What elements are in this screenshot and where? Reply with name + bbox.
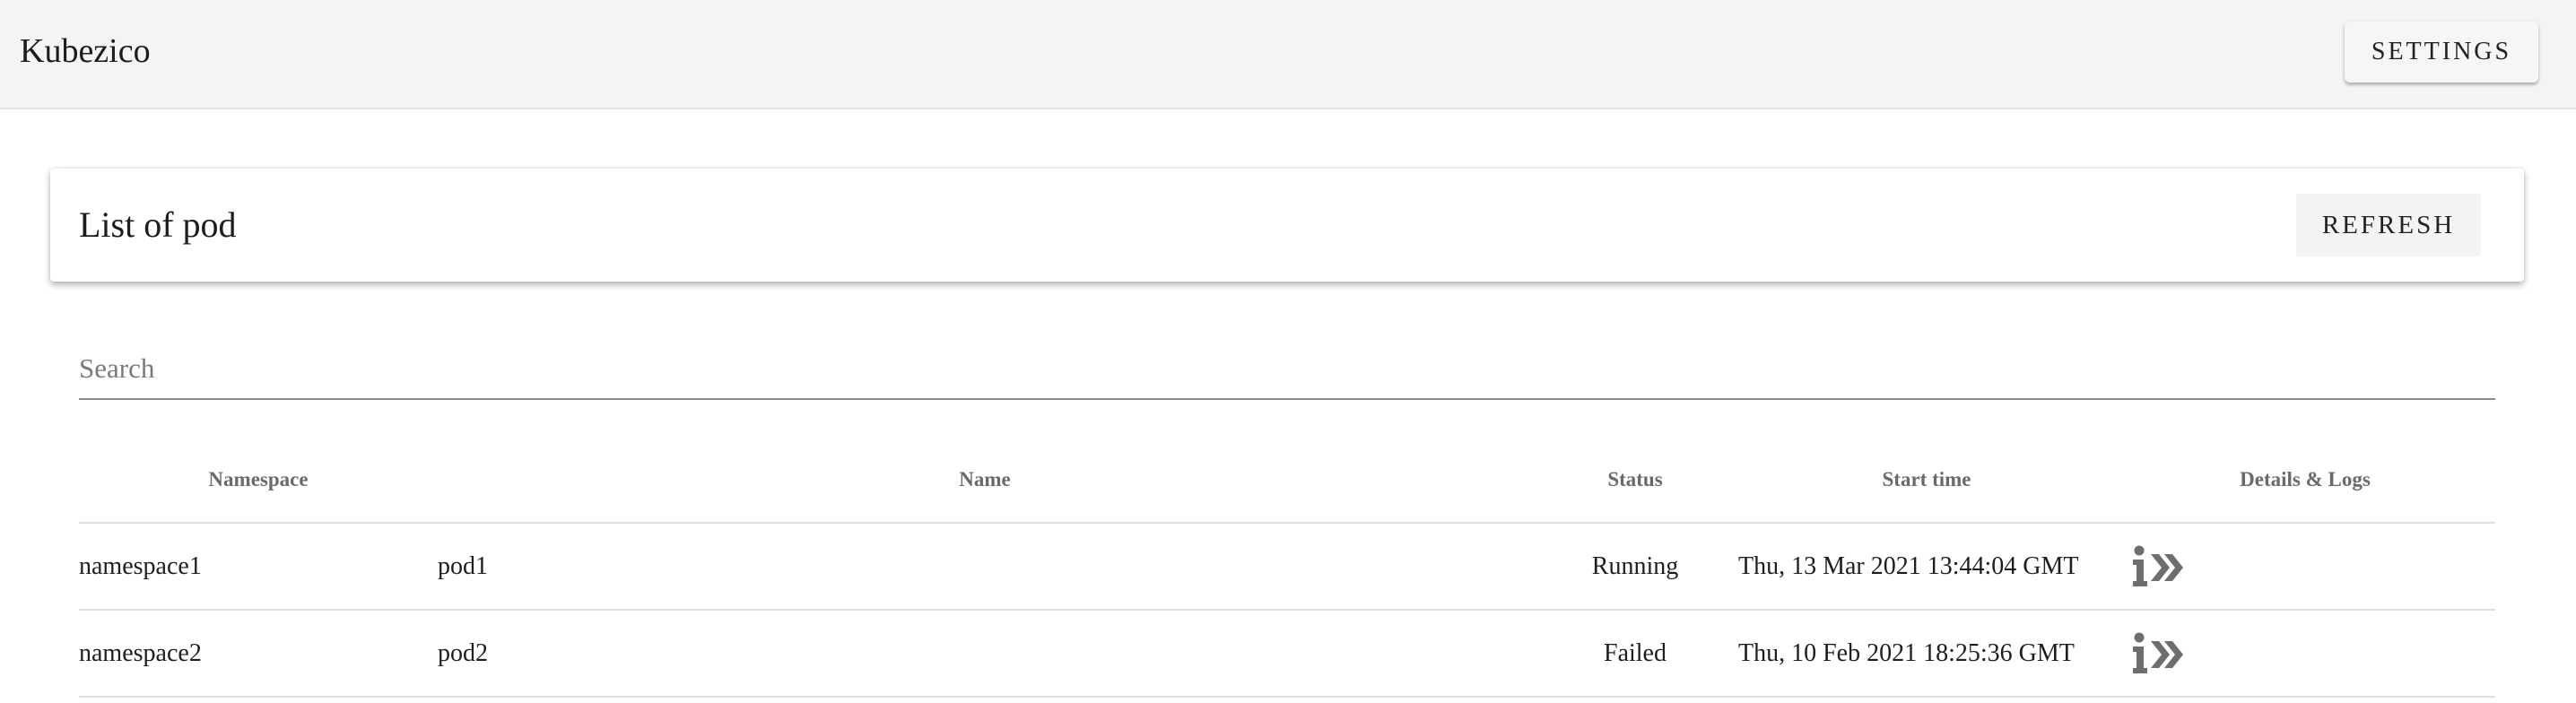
cell-details (2115, 610, 2495, 698)
refresh-button[interactable]: REFRESH (2296, 194, 2481, 256)
column-header-details-logs: Details & Logs (2115, 438, 2495, 524)
app-bar: Kubezico SETTINGS (0, 0, 2576, 109)
column-header-namespace[interactable]: Namespace (79, 438, 438, 524)
table-row: namespace2 pod2 Failed Thu, 10 Feb 2021 … (79, 610, 2495, 698)
table-header-row: Namespace Name Status Start time Details… (79, 438, 2495, 524)
settings-button[interactable]: SETTINGS (2345, 22, 2538, 82)
cell-namespace: namespace2 (79, 610, 438, 698)
page-title: List of pod (79, 204, 237, 245)
cell-details (2115, 523, 2495, 611)
search-input[interactable] (79, 341, 2495, 396)
column-header-name[interactable]: Name (438, 438, 1532, 524)
cell-name: pod2 (438, 610, 1532, 698)
column-header-status[interactable]: Status (1532, 438, 1738, 524)
info-arrows-icon[interactable] (2131, 545, 2189, 588)
info-arrows-icon[interactable] (2131, 632, 2189, 675)
cell-start-time: Thu, 13 Mar 2021 13:44:04 GMT (1738, 523, 2115, 611)
pod-table: Namespace Name Status Start time Details… (79, 438, 2495, 698)
cell-status: Failed (1532, 610, 1738, 698)
cell-namespace: namespace1 (79, 523, 438, 611)
cell-status: Running (1532, 523, 1738, 611)
search-field (79, 341, 2495, 400)
pod-list-header-card: List of pod REFRESH (50, 169, 2524, 282)
table-row: namespace1 pod1 Running Thu, 13 Mar 2021… (79, 523, 2495, 611)
app-title: Kubezico (20, 32, 151, 70)
cell-name: pod1 (438, 523, 1532, 611)
column-header-start-time[interactable]: Start time (1738, 438, 2115, 524)
cell-start-time: Thu, 10 Feb 2021 18:25:36 GMT (1738, 610, 2115, 698)
